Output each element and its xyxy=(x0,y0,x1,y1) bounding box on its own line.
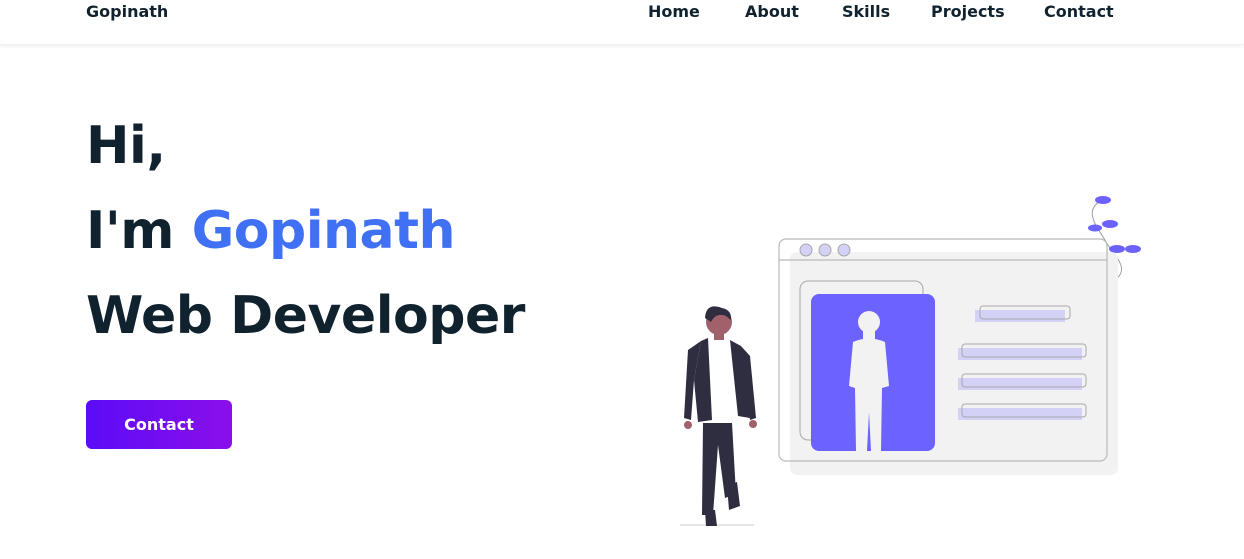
nav-skills[interactable]: Skills xyxy=(842,2,890,21)
nav-contact[interactable]: Contact xyxy=(1044,2,1114,21)
hero-intro-prefix: I'm xyxy=(86,201,192,261)
nav-about[interactable]: About xyxy=(745,2,799,21)
site-header: Gopinath Home About Skills Projects Cont… xyxy=(0,0,1244,45)
contact-button[interactable]: Contact xyxy=(86,400,232,449)
nav-home[interactable]: Home xyxy=(648,2,700,21)
site-logo[interactable]: Gopinath xyxy=(86,2,168,21)
hero-intro: I'm Gopinath xyxy=(86,201,456,261)
hero-name: Gopinath xyxy=(191,201,456,261)
nav-projects[interactable]: Projects xyxy=(931,2,1005,21)
hero-greeting: Hi, xyxy=(86,116,166,176)
web-developer-illustration xyxy=(680,196,1141,526)
browser-window-icon xyxy=(778,238,1118,475)
hero-role: Web Developer xyxy=(86,286,525,346)
person-icon xyxy=(680,306,757,526)
